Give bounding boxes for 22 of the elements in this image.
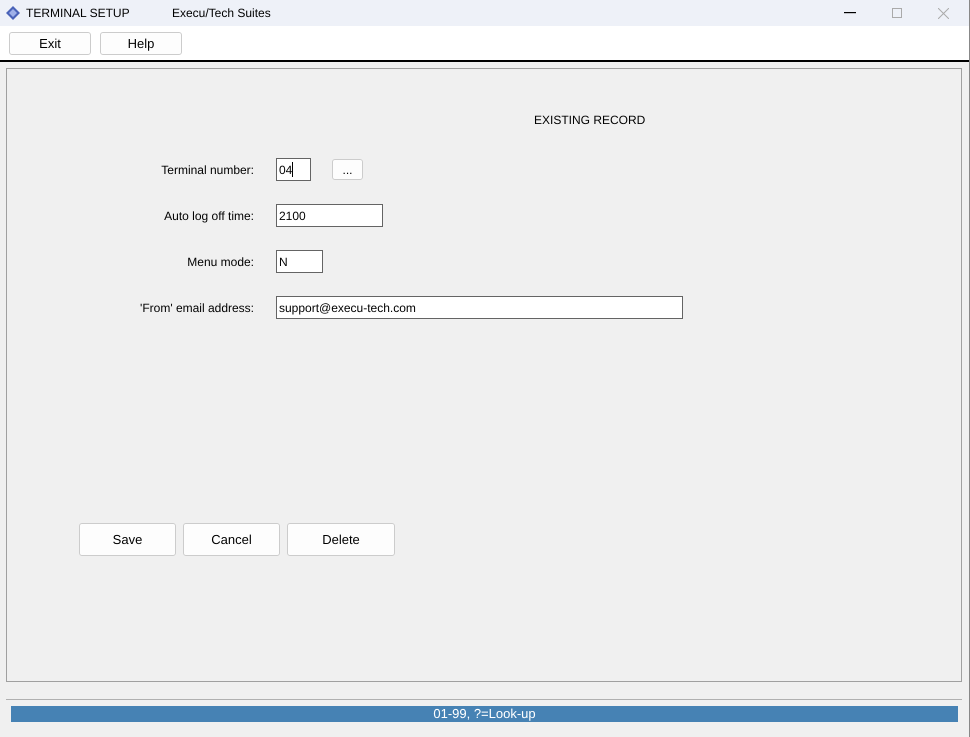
action-button[interactable]: Delete bbox=[287, 523, 395, 556]
record-status: EXISTING RECORD bbox=[534, 113, 646, 129]
status-bar: 01-99, ?=Look-up bbox=[11, 706, 958, 722]
field-label: 'From' email address: bbox=[139, 300, 254, 314]
input-field[interactable]: support@execu-tech.com bbox=[276, 296, 683, 319]
toolbar-button[interactable]: Exit bbox=[9, 32, 91, 54]
action-button[interactable]: Cancel bbox=[183, 523, 280, 556]
close-icon[interactable] bbox=[938, 8, 949, 18]
minimize-icon[interactable] bbox=[844, 12, 856, 14]
input-field[interactable]: 04 bbox=[276, 158, 311, 181]
window-subtitle: Execu/Tech Suites bbox=[172, 6, 271, 20]
toolbar-button[interactable]: Help bbox=[100, 32, 182, 54]
field-label: Auto log off time: bbox=[163, 208, 254, 222]
app-logo-icon bbox=[6, 6, 20, 20]
input-field[interactable]: 2100 bbox=[276, 204, 383, 227]
input-field[interactable]: N bbox=[276, 250, 323, 273]
lookup-button[interactable]: ... bbox=[332, 159, 363, 180]
field-label: Terminal number: bbox=[160, 162, 254, 176]
maximize-icon[interactable] bbox=[892, 8, 902, 18]
action-button[interactable]: Save bbox=[79, 523, 176, 556]
field-label: Menu mode: bbox=[186, 254, 254, 268]
window-title: TERMINAL SETUP bbox=[26, 6, 131, 20]
